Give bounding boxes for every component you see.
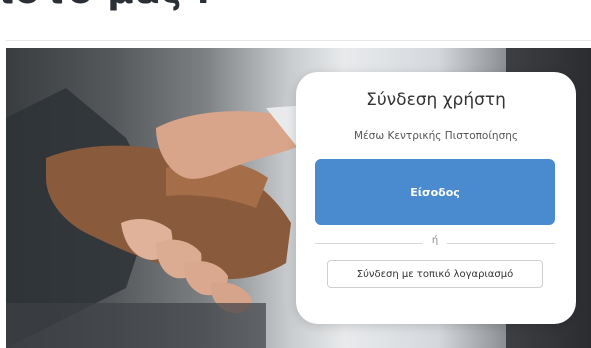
- card-title: Σύνδεση χρήστη: [366, 90, 506, 110]
- login-button[interactable]: Είσοδος: [315, 159, 555, 225]
- or-separator: ή: [315, 235, 555, 249]
- page-heading: ιστο μας .: [0, 0, 211, 12]
- card-subtitle: Μέσω Κεντρικής Πιστοποίησης: [353, 130, 519, 142]
- separator-line-right: [447, 243, 555, 244]
- local-account-login-button[interactable]: Σύνδεση με τοπικό λογαριασμό: [327, 260, 543, 288]
- header-strip: ιστο μας .: [0, 0, 591, 48]
- divider: [6, 40, 591, 41]
- or-label: ή: [431, 235, 439, 246]
- login-card: Σύνδεση χρήστη Μέσω Κεντρικής Πιστοποίησ…: [296, 72, 576, 324]
